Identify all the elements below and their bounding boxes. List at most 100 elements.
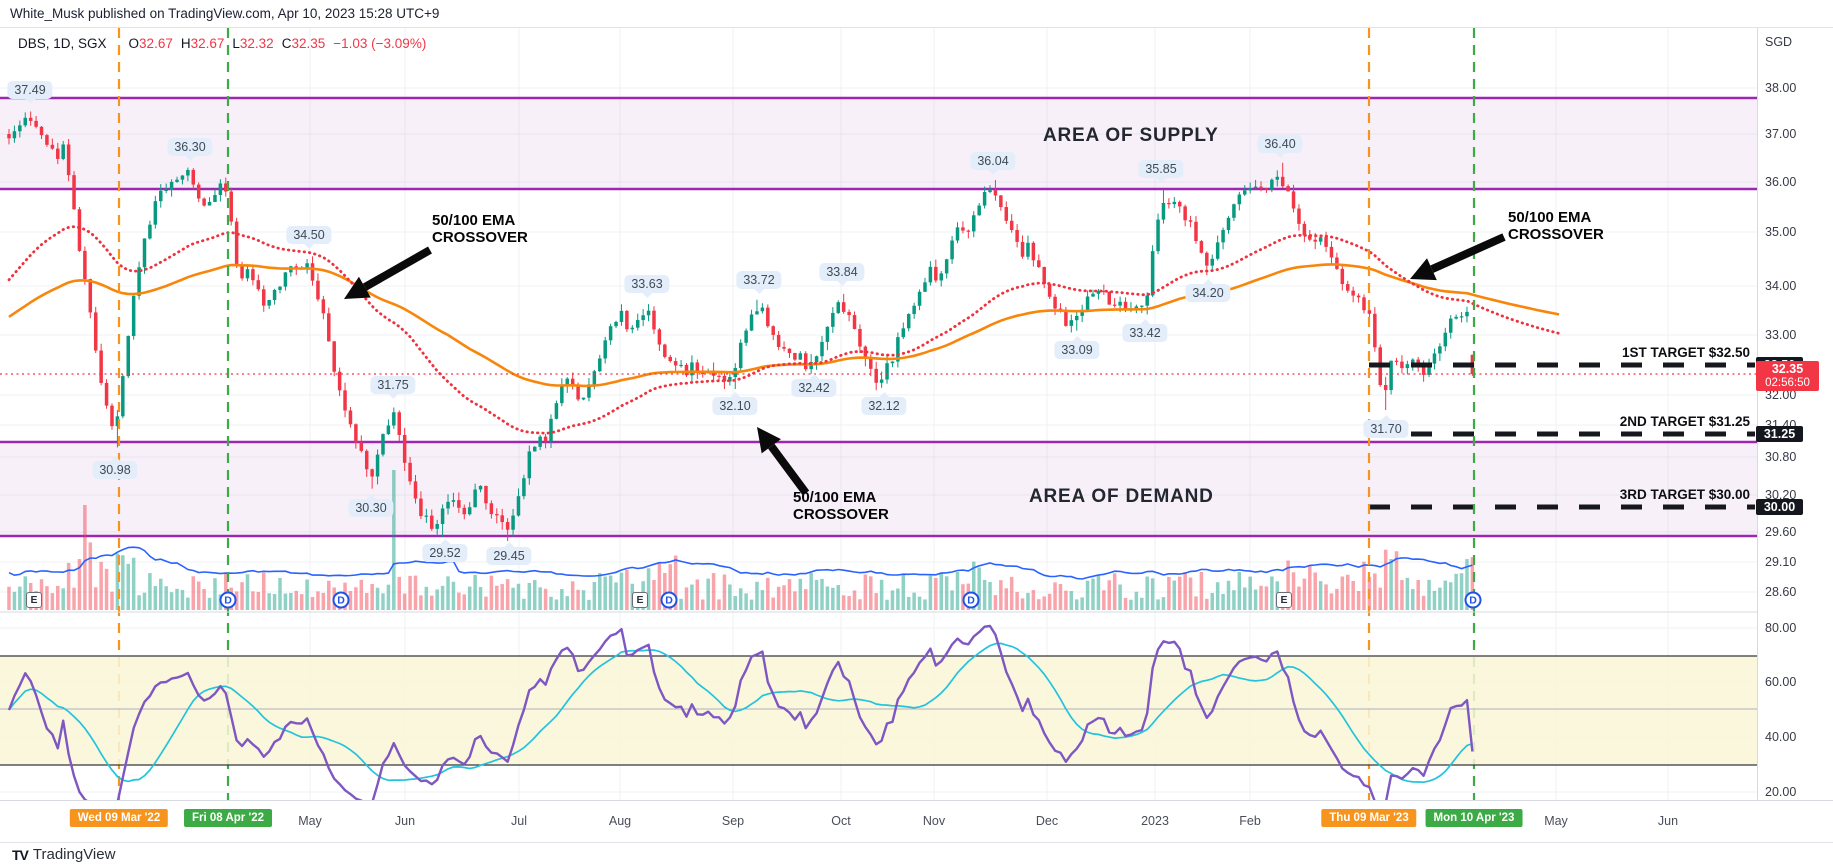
date-badge: Wed 09 Mar '22 [69,809,169,827]
tradingview-logo-icon: TV [12,846,29,863]
price-callout-31.75: 31.75 [370,376,416,399]
dividend-marker[interactable]: D [332,591,350,609]
crossover-arrow-shaft-1 [362,246,432,291]
price-callout-29.45: 29.45 [486,542,532,565]
time-axis[interactable]: May Jun Jul Aug Sep Oct Nov Dec 2023 Feb May Jun We… [0,800,1833,843]
ema-100-line [8,263,1560,388]
price-callout-36.04: 36.04 [970,152,1016,175]
annotation-line1: 50/100 EMA [432,212,516,229]
price-callout-31.70: 31.70 [1363,415,1409,438]
dividend-marker[interactable]: D [962,591,980,609]
price-callout-34.20: 34.20 [1185,279,1231,302]
price-callout-33.84: 33.84 [819,263,865,286]
indicator-tick-40.00: 40.00 [1765,730,1797,744]
month-label-Sep: Sep [721,814,745,828]
price-tick-29.10: 29.10 [1765,555,1797,569]
price-callout-33.72: 33.72 [736,271,782,294]
price-callout-30.98: 30.98 [92,456,138,479]
month-label-Dec: Dec [1035,814,1059,828]
symbol-legend[interactable]: DBS, 1D, SGX O32.67 H32.67 L32.32 C32.35 −1.0… [18,36,426,51]
earnings-marker[interactable]: E [632,592,648,608]
ohlc-key-O: O [128,36,140,51]
month-label-Oct: Oct [831,814,851,828]
month-label-2023: 2023 [1141,814,1169,828]
price-callout-33.42: 33.42 [1122,319,1168,342]
target-label-3: 3RD TARGET $30.00 [1619,487,1750,502]
target-label-1: 1ST TARGET $32.50 [1621,345,1750,360]
oscillator-band-fill [0,656,1757,765]
annotation-line1: 50/100 EMA [793,489,877,506]
price-callout-33.63: 33.63 [624,275,670,298]
crossover-annotation-3: 50/100 EMA CROSSOVER [1508,209,1628,243]
dividend-marker[interactable]: D [660,591,678,609]
attribution-text: White_Musk published on TradingView.com,… [10,6,440,21]
price-tick-29.60: 29.60 [1765,525,1797,539]
crossover-annotation-1: 50/100 EMA CROSSOVER [432,212,552,246]
tradingview-published-chart: White_Musk published on TradingView.com,… [0,0,1833,867]
price-callout-37.49: 37.49 [7,81,53,104]
month-label-Feb: Feb [1239,814,1261,828]
ohlc-value-C: 32.35 [291,36,326,51]
attribution-bar: White_Musk published on TradingView.com,… [0,0,1833,28]
crossover-annotation-2: 50/100 EMA CROSSOVER [793,489,913,523]
price-callout-34.50: 34.50 [286,226,332,249]
target-label-2: 2ND TARGET $31.25 [1619,414,1750,429]
ema-50-dotted-line [7,225,1561,435]
ohlc-values: O32.67 H32.67 L32.32 C32.35 [121,36,326,51]
month-label-Jun: Jun [1657,814,1679,828]
target-price-tag-30.00: 30.00 [1756,499,1803,515]
indicator-tick-60.00: 60.00 [1765,675,1797,689]
ohlc-key-C: C [281,36,292,51]
zone-label-supply: AREA OF SUPPLY [1043,125,1219,146]
tradingview-logo[interactable]: TV TradingView [12,846,115,863]
indicator-tick-20.00: 20.00 [1765,785,1797,799]
price-tick-34.00: 34.00 [1765,279,1797,293]
date-badge: Fri 08 Apr '22 [184,809,272,827]
month-label-Nov: Nov [922,814,946,828]
month-label-May: May [1544,814,1568,828]
price-callout-32.10: 32.10 [712,392,758,415]
month-label-Jun: Jun [394,814,416,828]
price-callout-30.30: 30.30 [348,494,394,517]
annotation-line2: CROSSOVER [793,505,889,523]
earnings-marker[interactable]: E [1276,592,1292,608]
dividend-marker[interactable]: D [219,591,237,609]
earnings-marker[interactable]: E [26,592,42,608]
target-price-tag-31.25: 31.25 [1756,426,1803,442]
zone-label-demand: AREA OF DEMAND [1029,486,1214,507]
date-badge: Mon 10 Apr '23 [1425,809,1523,827]
price-callout-29.52: 29.52 [422,539,468,562]
price-tick-30.80: 30.80 [1765,450,1797,464]
footer-bar: TV TradingView [0,843,1833,867]
currency-label: SGD [1765,35,1793,49]
date-badge: Thu 09 Mar '23 [1321,809,1417,827]
price-callout-35.85: 35.85 [1138,160,1184,183]
price-callout-32.42: 32.42 [791,374,837,397]
ohlc-value-H: 32.67 [190,36,225,51]
ohlc-value-O: 32.67 [139,36,173,51]
price-tick-28.60: 28.60 [1765,585,1797,599]
change-value: −1.03 (−3.09%) [333,36,427,51]
last-price-value: 32.35 [1771,362,1804,376]
annotation-line1: 50/100 EMA [1508,209,1592,226]
last-price-tag: 32.35 02:56:50 [1756,361,1819,391]
price-tick-37.00: 37.00 [1765,127,1797,141]
price-callout-33.09: 33.09 [1054,336,1100,359]
symbol-title: DBS, 1D, SGX [18,36,107,51]
annotation-line2: CROSSOVER [432,228,528,246]
price-tick-35.00: 35.00 [1765,225,1797,239]
dividend-marker[interactable]: D [1464,591,1482,609]
supply-zone-fill [0,98,1757,189]
month-label-Aug: Aug [608,814,632,828]
price-tick-33.00: 33.00 [1765,328,1797,342]
price-tick-38.00: 38.00 [1765,81,1797,95]
tradingview-logo-text: TradingView [32,846,116,863]
ohlc-key-H: H [180,36,191,51]
price-axis[interactable]: SGD 38.00 37.00 36.00 35.00 34.00 33.00 32.00 3… [1756,0,1833,843]
month-label-May: May [298,814,322,828]
ohlc-key-L: L [232,36,240,51]
bar-countdown: 02:56:50 [1765,377,1810,389]
ohlc-value-L: 32.32 [239,36,274,51]
annotation-line2: CROSSOVER [1508,225,1604,243]
indicator-tick-80.00: 80.00 [1765,621,1797,635]
